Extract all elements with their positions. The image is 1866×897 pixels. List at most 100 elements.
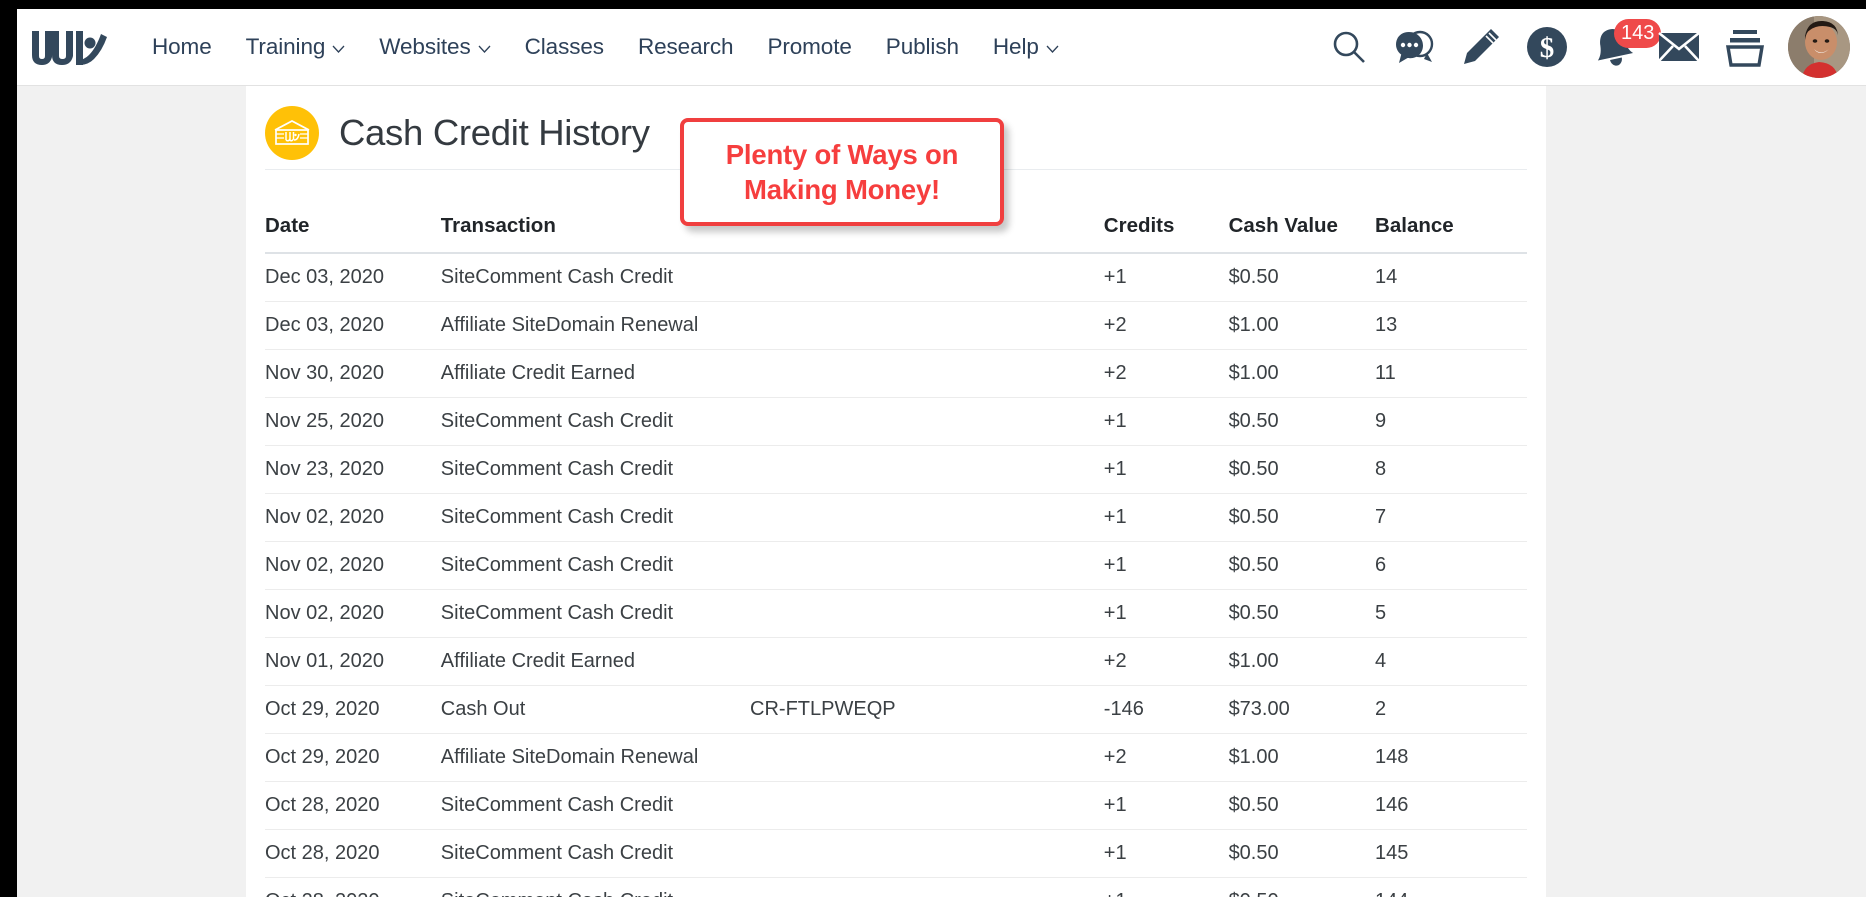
nav-label: Training <box>245 34 326 59</box>
table-row[interactable]: Nov 30, 2020 Affiliate Credit Earned +2 $1.… <box>265 349 1527 398</box>
transaction-reference: CR-FTLPWEQP <box>750 685 1104 734</box>
transaction-cash-value: $0.50 <box>1228 877 1376 897</box>
dollar-circle-icon[interactable]: $ <box>1514 17 1580 77</box>
envelope-icon[interactable] <box>1646 17 1712 77</box>
nav-label: Home <box>152 34 212 59</box>
transaction-date: Oct 29, 2020 <box>265 733 441 782</box>
transaction-reference <box>750 781 1104 830</box>
transaction-balance: 146 <box>1375 781 1527 830</box>
transaction-reference <box>750 733 1104 782</box>
nav-item-home[interactable]: Home <box>135 28 229 66</box>
transaction-cash-value: $1.00 <box>1228 301 1376 350</box>
pencil-icon[interactable] <box>1448 17 1514 77</box>
transaction-reference <box>750 829 1104 878</box>
column-header-balance[interactable]: Balance <box>1375 170 1527 254</box>
transaction-reference <box>750 589 1104 638</box>
transaction-cash-value: $0.50 <box>1228 781 1376 830</box>
nav-item-promote[interactable]: Promote <box>750 28 868 66</box>
table-row[interactable]: Oct 28, 2020SiteComment Cash Credit +1$0.… <box>265 829 1527 878</box>
transaction-date: Nov 01, 2020 <box>265 637 441 686</box>
transaction-balance: 144 <box>1375 877 1527 897</box>
transaction-credits: +2 <box>1103 301 1229 350</box>
table-row[interactable]: Nov 02, 2020 SiteComment Cash Credit +1 $0.… <box>265 541 1527 590</box>
table-row[interactable]: Dec 03, 2020 Affiliate SiteDomain Renewal… <box>265 301 1527 350</box>
nav-item-training[interactable]: Training <box>229 28 363 66</box>
transaction-reference <box>750 445 1104 494</box>
nav-label: Websites <box>379 34 471 59</box>
transaction-name: Affiliate Credit Earned <box>440 637 751 686</box>
transaction-date: Nov 02, 2020 <box>265 493 441 542</box>
nav-label: Help <box>992 34 1039 59</box>
table-row[interactable]: Nov 02, 2020 SiteComment Cash Credit +1 $0.… <box>265 493 1527 542</box>
transaction-cash-value: $0.50 <box>1228 589 1376 638</box>
transaction-date: Oct 29, 2020 <box>265 685 441 734</box>
transaction-cash-value: $1.00 <box>1228 733 1376 782</box>
transaction-name: SiteComment Cash Credit <box>440 493 751 542</box>
transaction-credits: +1 <box>1103 253 1229 302</box>
transaction-credits: +1 <box>1103 445 1229 494</box>
transaction-cash-value: $0.50 <box>1228 493 1376 542</box>
transaction-name: SiteComment Cash Credit <box>440 829 751 878</box>
notification-bell-icon[interactable]: 143 <box>1580 17 1662 77</box>
annotation-callout: Plenty of Ways on Making Money! <box>680 118 1004 226</box>
search-icon[interactable] <box>1316 17 1382 77</box>
transaction-balance: 8 <box>1375 445 1527 494</box>
transaction-cash-value: $0.50 <box>1228 397 1376 446</box>
table-row[interactable]: Nov 23, 2020 SiteComment Cash Credit +1 $0.… <box>265 445 1527 494</box>
transaction-credits: +2 <box>1103 637 1229 686</box>
user-avatar[interactable] <box>1788 16 1850 78</box>
table-row[interactable]: Oct 29, 2020 Affiliate SiteDomain Renewal… <box>265 733 1527 782</box>
transaction-name: SiteComment Cash Credit <box>440 781 751 830</box>
transaction-name: Affiliate SiteDomain Renewal <box>440 301 751 350</box>
column-header-credits[interactable]: Credits <box>1103 170 1229 254</box>
chevron-down-icon <box>1046 45 1059 53</box>
primary-nav-links: Home Training Websites Classes Research … <box>135 28 1076 66</box>
transaction-balance: 9 <box>1375 397 1527 446</box>
transaction-balance: 6 <box>1375 541 1527 590</box>
transaction-name: SiteComment Cash Credit <box>440 397 751 446</box>
nav-item-help[interactable]: Help <box>976 28 1076 66</box>
transaction-name: SiteComment Cash Credit <box>440 589 751 638</box>
transaction-name: SiteComment Cash Credit <box>440 445 751 494</box>
transaction-cash-value: $1.00 <box>1228 637 1376 686</box>
transaction-reference <box>750 877 1104 897</box>
transaction-name: SiteComment Cash Credit <box>440 541 751 590</box>
table-row[interactable]: Nov 02, 2020 SiteComment Cash Credit +1 $0.… <box>265 589 1527 638</box>
transaction-date: Nov 23, 2020 <box>265 445 441 494</box>
chat-bubbles-icon[interactable] <box>1382 17 1448 77</box>
column-header-date[interactable]: Date <box>265 170 441 254</box>
transaction-balance: 13 <box>1375 301 1527 350</box>
nav-label: Promote <box>767 34 852 59</box>
table-row[interactable]: Dec 03, 2020 SiteComment Cash Credit +1 $0.… <box>265 253 1527 302</box>
nav-item-websites[interactable]: Websites <box>362 28 507 66</box>
transaction-credits: +2 <box>1103 733 1229 782</box>
transaction-date: Nov 30, 2020 <box>265 349 441 398</box>
nav-item-publish[interactable]: Publish <box>869 28 976 66</box>
column-header-cash-value[interactable]: Cash Value <box>1228 170 1376 254</box>
transaction-cash-value: $1.00 <box>1228 349 1376 398</box>
wealthy-affiliate-logo[interactable] <box>27 24 111 70</box>
annotation-line-1: Plenty of Ways on <box>725 138 959 170</box>
transaction-reference <box>750 349 1104 398</box>
annotation-line-2: Making Money! <box>743 174 941 205</box>
transaction-date: Dec 03, 2020 <box>265 301 441 350</box>
transaction-reference <box>750 301 1104 350</box>
transaction-credits: +1 <box>1103 397 1229 446</box>
table-row[interactable]: Nov 25, 2020 SiteComment Cash Credit +1 $0.… <box>265 397 1527 446</box>
nav-icon-group: $ 143 <box>1316 16 1850 78</box>
table-row[interactable]: Oct 28, 2020SiteComment Cash Credit +1$0.… <box>265 781 1527 830</box>
nav-label: Publish <box>885 34 959 59</box>
inbox-stack-icon[interactable] <box>1712 17 1778 77</box>
transaction-credits: +1 <box>1103 541 1229 590</box>
chevron-down-icon <box>332 45 345 53</box>
nav-item-research[interactable]: Research <box>621 28 751 66</box>
table-row[interactable]: Nov 01, 2020 Affiliate Credit Earned +2 $1.… <box>265 637 1527 686</box>
transaction-cash-value: $73.00 <box>1228 685 1376 734</box>
nav-item-classes[interactable]: Classes <box>508 28 621 66</box>
transaction-reference <box>750 493 1104 542</box>
table-row[interactable]: Oct 28, 2020SiteComment Cash Credit +1$0.… <box>265 877 1527 897</box>
transaction-name: Affiliate SiteDomain Renewal <box>440 733 751 782</box>
nav-label: Research <box>637 34 734 59</box>
transaction-cash-value: $0.50 <box>1228 253 1376 302</box>
table-row[interactable]: Oct 29, 2020 Cash Out CR-FTLPWEQP -146 $73.0… <box>265 685 1527 734</box>
